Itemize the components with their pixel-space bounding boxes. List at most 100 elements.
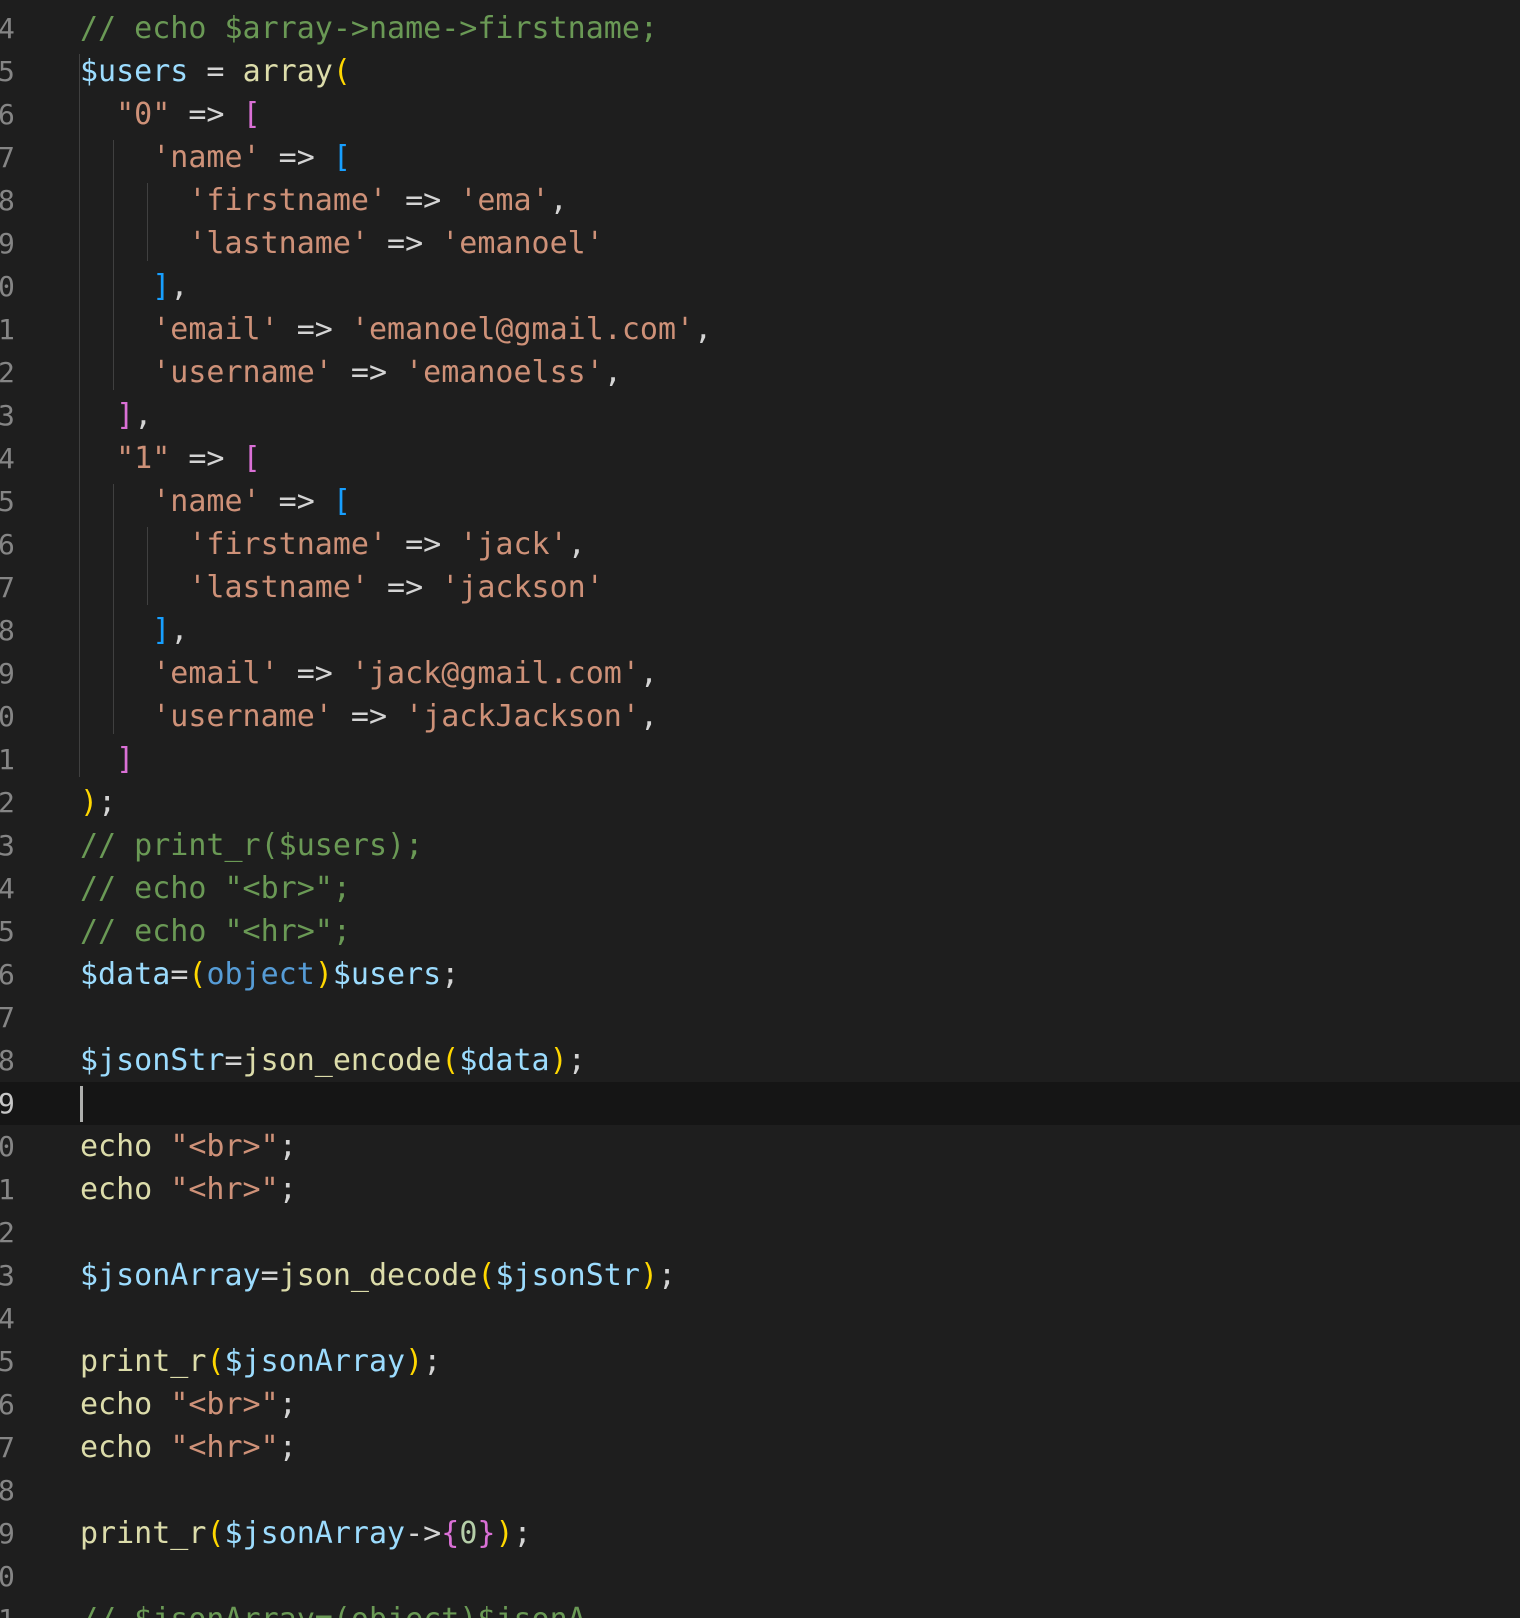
- code-token: // print_r($users);: [80, 828, 424, 863]
- code-line[interactable]: 3 // print_r($users);: [0, 824, 1520, 867]
- code-token: 'emanoel': [441, 226, 604, 261]
- code-line[interactable]: 0 ],: [0, 265, 1520, 308]
- code-line[interactable]: 1 echo "<hr>";: [0, 1168, 1520, 1211]
- code-line[interactable]: 6 echo "<br>";: [0, 1383, 1520, 1426]
- code-token: ;: [658, 1258, 677, 1293]
- code-token: =: [260, 1258, 279, 1293]
- code-line[interactable]: 5 print_r($jsonArray);: [0, 1340, 1520, 1383]
- code-line[interactable]: 4: [0, 1297, 1520, 1340]
- code-line[interactable]: 2: [0, 1211, 1520, 1254]
- code-token: =>: [260, 140, 333, 175]
- line-number: 5: [0, 1345, 15, 1378]
- code-line[interactable]: 7: [0, 996, 1520, 1039]
- code-line[interactable]: 8 $jsonStr=json_encode($data);: [0, 1039, 1520, 1082]
- code-token: $data: [459, 1043, 550, 1078]
- line-number: 0: [0, 700, 15, 733]
- code-line[interactable]: 5 'name' => [: [0, 480, 1520, 523]
- code-line[interactable]: 0 'username' => 'jackJackson',: [0, 695, 1520, 738]
- code-line[interactable]: 6 "0" => [: [0, 93, 1520, 136]
- code-token: ,: [134, 398, 153, 433]
- code-line[interactable]: 0 echo "<br>";: [0, 1125, 1520, 1168]
- line-number: 1: [0, 313, 15, 346]
- code-line[interactable]: 1 ]: [0, 738, 1520, 781]
- line-number: 6: [0, 1388, 15, 1421]
- code-token: 'lastname': [188, 570, 369, 605]
- code-token: $users: [80, 54, 189, 89]
- code-token: ): [80, 785, 99, 820]
- code-line[interactable]: 4 // echo "<br>";: [0, 867, 1520, 910]
- code-text: echo "<hr>";: [80, 1168, 297, 1211]
- code-line[interactable]: 8 'firstname' => 'ema',: [0, 179, 1520, 222]
- code-token: 'ema': [459, 183, 550, 218]
- code-token: 'email': [152, 312, 279, 347]
- code-line[interactable]: 5 // echo "<hr>";: [0, 910, 1520, 953]
- line-number: 0: [0, 1130, 15, 1163]
- line-number: 9: [0, 1087, 15, 1120]
- code-line[interactable]: 6 'firstname' => 'jack',: [0, 523, 1520, 566]
- line-number: 7: [0, 141, 15, 174]
- code-token: echo: [80, 1129, 153, 1164]
- code-token: ;: [423, 1344, 442, 1379]
- code-line[interactable]: 8: [0, 1469, 1520, 1512]
- code-token: =>: [332, 355, 406, 390]
- code-line[interactable]: 6 $data=(object)$users;: [0, 953, 1520, 996]
- code-line[interactable]: 5 $users = array(: [0, 50, 1520, 93]
- code-line[interactable]: 3 ],: [0, 394, 1520, 437]
- code-token: $jsonArray: [224, 1516, 406, 1551]
- line-number: 5: [0, 915, 15, 948]
- code-line[interactable]: 7 'name' => [: [0, 136, 1520, 179]
- code-token: {: [441, 1516, 460, 1551]
- code-line[interactable]: 0: [0, 1555, 1520, 1598]
- line-number: 8: [0, 1044, 15, 1077]
- code-line[interactable]: 1 'email' => 'emanoel@gmail.com',: [0, 308, 1520, 351]
- code-token: ;: [513, 1516, 532, 1551]
- code-line[interactable]: 2);: [0, 781, 1520, 824]
- code-token: 0: [459, 1516, 478, 1551]
- code-token: (: [188, 957, 207, 992]
- code-token: // echo $array->name->firstname;: [80, 11, 658, 46]
- code-text: $users = array(: [80, 50, 351, 93]
- code-text: 'username' => 'emanoelss',: [80, 351, 622, 394]
- code-text: "0" => [: [80, 93, 261, 136]
- code-line[interactable]: 7 'lastname' => 'jackson': [0, 566, 1520, 609]
- code-text: echo "<hr>";: [80, 1426, 297, 1469]
- code-token: (: [441, 1043, 460, 1078]
- code-line[interactable]: 9 print_r($jsonArray->{0});: [0, 1512, 1520, 1555]
- code-token: "<br>": [170, 1387, 279, 1422]
- code-text: 'name' => [: [80, 136, 351, 179]
- code-line[interactable]: 7 echo "<hr>";: [0, 1426, 1520, 1469]
- code-token: echo: [80, 1172, 153, 1207]
- code-token: =>: [278, 312, 351, 347]
- code-editor[interactable]: 4 // echo $array->name->firstname; 5 $users…: [0, 0, 1520, 1618]
- code-token: ,: [603, 355, 622, 390]
- code-line[interactable]: 9 'lastname' => 'emanoel': [0, 222, 1520, 265]
- code-line[interactable]: 3 $jsonArray=json_decode($jsonStr);: [0, 1254, 1520, 1297]
- line-number: 6: [0, 98, 15, 131]
- code-token: 'emanoel@gmail.com': [350, 312, 695, 347]
- code-line[interactable]: 8 ],: [0, 609, 1520, 652]
- line-number: 2: [0, 356, 15, 389]
- code-token: array: [242, 54, 333, 89]
- line-number: 7: [0, 1431, 15, 1464]
- line-number: 8: [0, 614, 15, 647]
- code-token: =>: [260, 484, 333, 519]
- code-token: ,: [567, 527, 586, 562]
- line-number: 5: [0, 55, 15, 88]
- code-text: 'firstname' => 'jack',: [80, 523, 586, 566]
- code-line[interactable]: 1 // $jsonArray=(object)$jsonA: [0, 1598, 1520, 1618]
- code-line[interactable]: 2 'username' => 'emanoelss',: [0, 351, 1520, 394]
- line-number: 2: [0, 786, 15, 819]
- code-token: [: [242, 441, 261, 476]
- code-line-current[interactable]: 9: [0, 1082, 1520, 1125]
- code-line[interactable]: 9 'email' => 'jack@gmail.com',: [0, 652, 1520, 695]
- code-line[interactable]: 4 // echo $array->name->firstname;: [0, 7, 1520, 50]
- code-line[interactable]: 4 "1" => [: [0, 437, 1520, 480]
- code-text: "1" => [: [80, 437, 261, 480]
- line-number: 9: [0, 657, 15, 690]
